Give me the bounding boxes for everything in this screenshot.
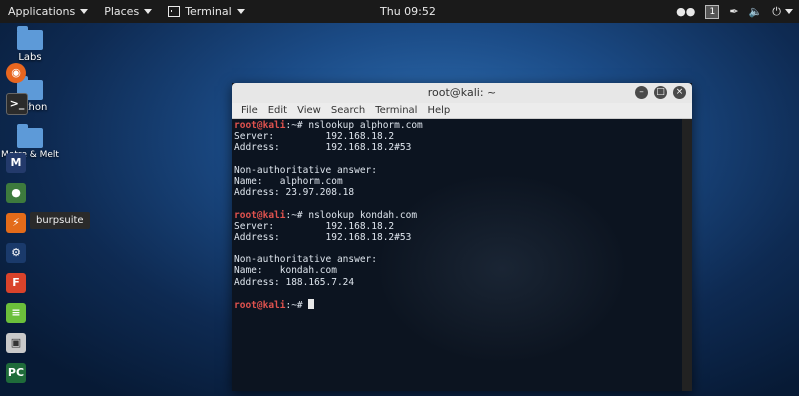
top-panel: Applications Places Terminal Thu 09:52 ●… xyxy=(0,0,799,23)
prompt-command: :~# nslookup kondah.com xyxy=(285,209,418,221)
terminal-line: Non-authoritative answer: xyxy=(234,254,377,266)
text-cursor xyxy=(308,299,315,309)
dock: ◉ >_ M ● ⚡ ⚙ F ≡ ▣ PC xyxy=(0,57,32,387)
scrollbar[interactable] xyxy=(682,119,692,391)
volume-icon[interactable]: 🔈 xyxy=(749,5,763,18)
terminal-line: Address: 188.165.7.24 xyxy=(234,276,355,288)
terminal-line: Name: alphorm.com xyxy=(234,175,343,187)
window-titlebar[interactable]: root@kali: ~ – □ × xyxy=(232,83,692,103)
chevron-down-icon xyxy=(236,9,245,14)
places-menu[interactable]: Places xyxy=(96,0,160,23)
terminal-prompt-line: root@kali:~# xyxy=(234,299,680,311)
applications-menu[interactable]: Applications xyxy=(0,0,96,23)
chevron-down-icon xyxy=(144,9,153,14)
clock[interactable]: Thu 09:52 xyxy=(380,0,436,23)
terminal-line: Address: 192.168.18.2#53 xyxy=(234,231,412,243)
users-icon[interactable]: ●● xyxy=(676,5,695,18)
terminal-prompt-line: root@kali:~# nslookup alphorm.com xyxy=(234,120,680,131)
dock-tooltip: burpsuite xyxy=(30,212,90,229)
window-title: root@kali: ~ xyxy=(427,86,497,99)
terminal-line: Name: kondah.com xyxy=(234,265,337,277)
prompt-command: :~# nslookup alphorm.com xyxy=(285,120,423,131)
prompt-command: :~# xyxy=(285,300,309,311)
terminal-icon xyxy=(168,6,181,17)
terminal-line: Server: 192.168.18.2 xyxy=(234,131,395,143)
terminal-window: root@kali: ~ – □ × File Edit View Search… xyxy=(232,83,692,391)
terminal-output[interactable]: root@kali:~# nslookup alphorm.com Server:… xyxy=(232,119,682,391)
power-icon[interactable]: ⏻ xyxy=(772,5,781,19)
terminal-line: Server: 192.168.18.2 xyxy=(234,220,395,232)
armitage-icon[interactable]: ● xyxy=(6,183,26,203)
terminal-line: Address: 192.168.18.2#53 xyxy=(234,142,412,154)
faraday-icon[interactable]: F xyxy=(6,273,26,293)
folder-icon xyxy=(17,26,43,50)
firefox-icon[interactable]: ◉ xyxy=(6,63,26,83)
pycharm-icon[interactable]: PC xyxy=(6,363,26,383)
screenshot-icon[interactable]: ▣ xyxy=(6,333,26,353)
places-label: Places xyxy=(104,5,140,18)
terminal-prompt-line: root@kali:~# nslookup kondah.com xyxy=(234,210,680,221)
prompt-user: root@kali xyxy=(234,120,286,131)
beef-icon[interactable]: ⚙ xyxy=(6,243,26,263)
notes-icon[interactable]: ≡ xyxy=(6,303,26,323)
minimize-icon[interactable]: – xyxy=(635,86,648,99)
applications-label: Applications xyxy=(8,5,76,18)
chevron-down-icon xyxy=(80,9,89,14)
terminal-dock-icon[interactable]: >_ xyxy=(6,93,28,115)
system-tray: ●● 1 ✒ 🔈 ⏻ xyxy=(676,0,793,23)
window-menubar: File Edit View Search Terminal Help xyxy=(232,103,692,119)
terminal-line: Address: 23.97.208.18 xyxy=(234,187,355,199)
prompt-user: root@kali xyxy=(234,300,286,311)
menu-help[interactable]: Help xyxy=(422,105,455,116)
prompt-user: root@kali xyxy=(234,209,286,221)
terminal-line: Non-authoritative answer: xyxy=(234,164,377,176)
workspace-indicator[interactable]: 1 xyxy=(705,4,720,19)
maximize-icon[interactable]: □ xyxy=(654,86,667,99)
menu-edit[interactable]: Edit xyxy=(263,105,292,116)
menu-terminal[interactable]: Terminal xyxy=(370,105,422,116)
pen-icon[interactable]: ✒ xyxy=(729,5,738,18)
terminal-app-menu[interactable]: Terminal xyxy=(160,0,253,23)
menu-file[interactable]: File xyxy=(236,105,263,116)
burpsuite-icon[interactable]: ⚡ xyxy=(6,213,26,233)
metasploit-icon[interactable]: M xyxy=(6,153,26,173)
menu-view[interactable]: View xyxy=(292,105,326,116)
close-icon[interactable]: × xyxy=(673,86,686,99)
terminal-label: Terminal xyxy=(185,5,232,18)
menu-search[interactable]: Search xyxy=(326,105,370,116)
chevron-down-icon[interactable] xyxy=(785,9,793,14)
